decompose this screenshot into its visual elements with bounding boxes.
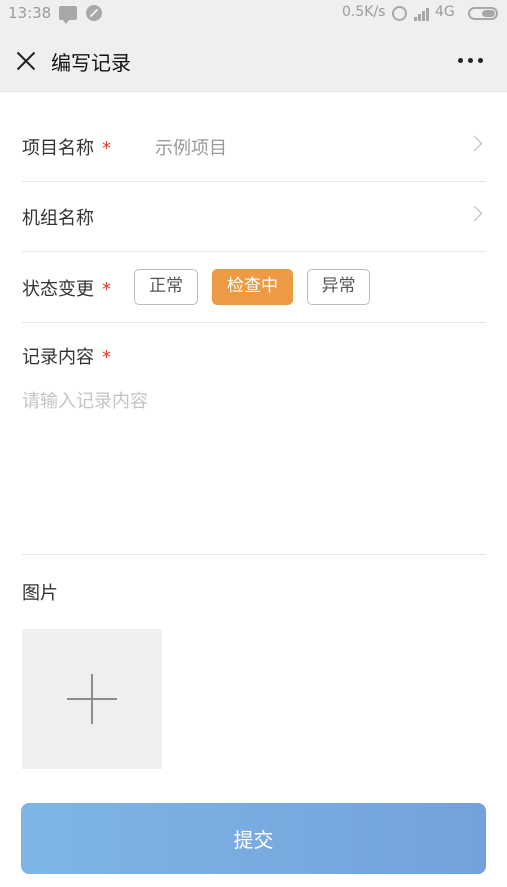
status-change-row: 状态变更 * 正常 检查中 异常 [22,252,486,323]
close-icon[interactable] [16,50,36,70]
chevron-right-icon [466,205,483,222]
chevron-right-icon [466,135,483,152]
status-change-label: 状态变更 * [22,279,111,300]
unit-name-label: 机组名称 [22,208,94,229]
record-content-section: 记录内容 * [22,323,486,555]
signal-icon [414,6,432,21]
status-option-checking[interactable]: 检查中 [212,269,293,305]
blocked-icon [86,5,102,21]
project-name-row[interactable]: 项目名称 * 示例项目 [22,110,486,182]
project-name-label: 项目名称 * [22,138,111,159]
status-time: 13:38 [8,4,52,22]
battery-icon [468,7,498,20]
add-image-button[interactable] [22,629,162,769]
required-mark: * [102,279,111,300]
alarm-icon [392,6,407,21]
status-option-abnormal[interactable]: 异常 [307,269,370,305]
submit-button[interactable]: 提交 [21,803,486,874]
unit-name-row[interactable]: 机组名称 [22,182,486,252]
status-option-normal[interactable]: 正常 [134,269,198,305]
images-label: 图片 [22,583,58,604]
record-content-label: 记录内容 * [22,347,111,368]
required-mark: * [102,347,111,368]
project-name-value: 示例项目 [155,138,227,159]
record-content-input[interactable] [22,387,486,537]
network-type: 4G [435,4,455,20]
plus-icon [67,674,117,724]
message-icon [59,6,77,24]
navigation-bar: 编写记录 [0,28,507,92]
more-icon[interactable] [458,58,484,64]
network-speed: 0.5K/s [342,4,386,20]
required-mark: * [102,138,111,159]
status-bar: 13:38 0.5K/s 4G [0,0,507,28]
page-title: 编写记录 [51,51,131,75]
